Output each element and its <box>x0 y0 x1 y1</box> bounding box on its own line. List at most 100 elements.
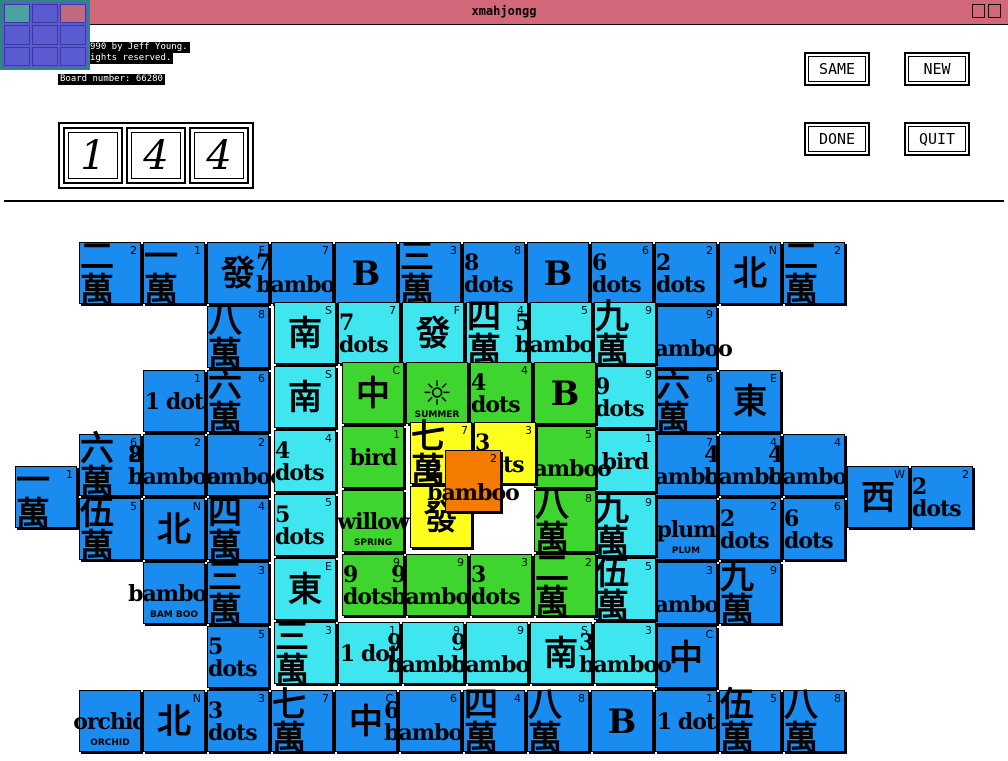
mahjong-tile[interactable]: bamboo BAM BOO <box>128 562 221 624</box>
tile-index: 1 <box>645 432 652 445</box>
virtual-desktop-pager[interactable] <box>0 0 90 70</box>
mahjong-tile[interactable]: 2 bamboo2 <box>128 434 221 496</box>
mahjong-tile[interactable]: bird 1 <box>342 426 404 488</box>
mahjong-tile[interactable]: 3 dots3 <box>207 690 269 752</box>
mahjong-tile[interactable]: 二萬 2 <box>783 240 845 308</box>
mahjong-tile[interactable]: 9 dots 9 <box>594 366 656 428</box>
mahjong-tile[interactable]: plum PLUM <box>655 498 717 560</box>
mahjong-tile[interactable]: 北N <box>143 690 205 752</box>
mahjong-tile[interactable]: B <box>591 690 653 752</box>
quit-button[interactable]: QUIT <box>904 122 970 156</box>
mahjong-tile[interactable]: 4 dots 4 <box>274 430 336 492</box>
mahjong-tile[interactable]: 西W <box>847 466 909 528</box>
mahjong-tile[interactable]: 6 dots 6 <box>591 242 653 304</box>
mahjong-tile[interactable]: B <box>527 242 589 304</box>
mahjong-tile[interactable]: 2 dots 2 <box>719 498 781 560</box>
mahjong-tile[interactable]: 7 bamboo7 <box>256 242 349 304</box>
mahjong-tile[interactable]: 3 bamboo3 <box>579 622 672 684</box>
mahjong-tile[interactable]: 6 bamboo6 <box>384 690 477 752</box>
mahjong-tile[interactable]: 5 bamboo5 <box>519 426 612 488</box>
mahjong-tile[interactable]: 四萬 4 <box>207 496 269 564</box>
pager-desk-7[interactable] <box>4 46 30 66</box>
mahjong-tile[interactable]: 發F <box>402 302 464 364</box>
mahjong-tile[interactable]: 9 bamboo9 <box>640 306 733 368</box>
tile-index: N <box>768 244 777 257</box>
tile-index: 5 <box>645 560 652 573</box>
mahjong-tile[interactable]: 2 bamboo2 <box>427 450 520 512</box>
tiles-left-counter: 1 4 4 <box>58 122 254 189</box>
mahjong-tile[interactable]: 六萬 6 <box>207 368 269 436</box>
mahjong-tile[interactable]: 6 dots 6 <box>783 498 845 560</box>
pager-desk-4[interactable] <box>4 25 30 45</box>
mahjong-tile[interactable]: 北N <box>143 498 205 560</box>
new-button[interactable]: NEW <box>904 52 970 86</box>
mahjong-tile[interactable]: 三萬 3 <box>399 240 461 308</box>
tile-index: 3 <box>521 556 528 569</box>
title-bar[interactable]: xmahjongg <box>0 0 1008 25</box>
mahjong-tile[interactable]: 中C <box>342 362 404 424</box>
mahjong-tile[interactable]: 三萬 3 <box>207 560 269 628</box>
maximize-button[interactable] <box>988 4 1001 18</box>
pager-desk-1[interactable] <box>4 4 30 24</box>
mahjong-tile[interactable]: 伍萬 5 <box>719 688 781 756</box>
tile-index: E <box>325 560 332 573</box>
mahjong-tile[interactable]: B <box>335 242 397 304</box>
mahjong-tile[interactable]: 1 dot 1 <box>143 370 205 432</box>
mahjong-tile[interactable]: 九萬 9 <box>594 300 656 368</box>
mahjong-tile[interactable]: 伍萬 5 <box>79 496 141 564</box>
mahjong-tile[interactable]: 二萬 2 <box>79 240 141 308</box>
same-button[interactable]: SAME <box>804 52 870 86</box>
pager-desk-6[interactable] <box>60 25 86 45</box>
mahjong-tile[interactable]: 六萬 6 <box>655 368 717 436</box>
mahjong-tile[interactable]: 二萬 2 <box>534 552 596 620</box>
mahjong-tile[interactable]: 九萬 9 <box>594 492 656 560</box>
pager-desk-3[interactable] <box>60 4 86 24</box>
pager-desk-8[interactable] <box>32 46 58 66</box>
mahjong-tile[interactable]: willow SPRING <box>337 490 410 552</box>
pager-desk-2[interactable] <box>32 4 58 24</box>
mahjong-tile[interactable]: 4 dots 4 <box>470 362 532 424</box>
tile-index: 9 <box>645 496 652 509</box>
mahjong-tile[interactable]: 七萬 7 <box>271 688 333 756</box>
mahjong-tile[interactable]: 一萬 1 <box>143 240 205 308</box>
mahjong-tile[interactable]: 一萬 1 <box>15 464 77 532</box>
mahjong-tile[interactable]: 東E <box>719 370 781 432</box>
mahjong-tile[interactable]: orchid ORCHID <box>73 690 148 752</box>
mahjong-tile[interactable]: 南S <box>274 302 336 364</box>
done-button[interactable]: DONE <box>804 122 870 156</box>
mahjong-tile[interactable]: 四萬 4 <box>463 688 525 756</box>
mahjong-tile[interactable]: 3 dots3 <box>470 554 532 616</box>
tile-index: 8 <box>258 308 265 321</box>
mahjong-tile[interactable]: 3 bamboo3 <box>640 562 733 624</box>
mahjong-tile[interactable]: 東E <box>274 558 336 620</box>
mahjong-tile[interactable]: 2 dots 2 <box>655 242 717 304</box>
mahjong-tile[interactable]: 4 bamboo4 <box>768 434 861 496</box>
mahjong-tile[interactable]: 5 dots 5 <box>207 626 269 688</box>
pager-desk-9[interactable] <box>60 46 86 66</box>
tile-index: 2 <box>962 468 969 481</box>
mahjong-tile[interactable]: 7 dots 7 <box>338 302 400 364</box>
pager-desk-5[interactable] <box>32 25 58 45</box>
mahjong-tile[interactable]: 1 dot 1 <box>655 690 717 752</box>
mahjong-tile[interactable]: 9 bamboo9 <box>451 622 544 684</box>
tile-index: 1 <box>393 428 400 441</box>
mahjong-tile[interactable]: 5 dots 5 <box>274 494 336 556</box>
tile-index: 6 <box>642 244 649 257</box>
mahjong-tile[interactable]: 2 dots 2 <box>911 466 973 528</box>
mahjong-tile[interactable]: 9 bamboo9 <box>391 554 484 616</box>
tile-index: 5 <box>770 692 777 705</box>
mahjong-tile[interactable]: 三萬 3 <box>274 620 336 688</box>
mahjong-tile[interactable]: 伍萬 5 <box>594 556 656 624</box>
mahjong-tile[interactable]: B <box>534 362 596 424</box>
mahjong-tile[interactable]: 八萬 8 <box>783 688 845 756</box>
mahjong-tile[interactable]: 八萬 8 <box>207 304 269 372</box>
minimize-button[interactable] <box>972 4 985 18</box>
mahjong-tile[interactable]: 九萬 9 <box>719 560 781 628</box>
mahjong-tile[interactable]: 八萬 8 <box>534 488 596 556</box>
mahjong-tile[interactable]: 8 dots 8 <box>463 242 525 304</box>
mahjong-tile[interactable]: 北N <box>719 242 781 304</box>
mahjong-tile[interactable]: 八萬 8 <box>527 688 589 756</box>
mahjong-tile[interactable]: ☼ SUMMER <box>406 362 468 424</box>
mahjong-tile[interactable]: 南S <box>274 366 336 428</box>
mahjong-tile[interactable]: 5 bamboo5 <box>515 302 608 364</box>
